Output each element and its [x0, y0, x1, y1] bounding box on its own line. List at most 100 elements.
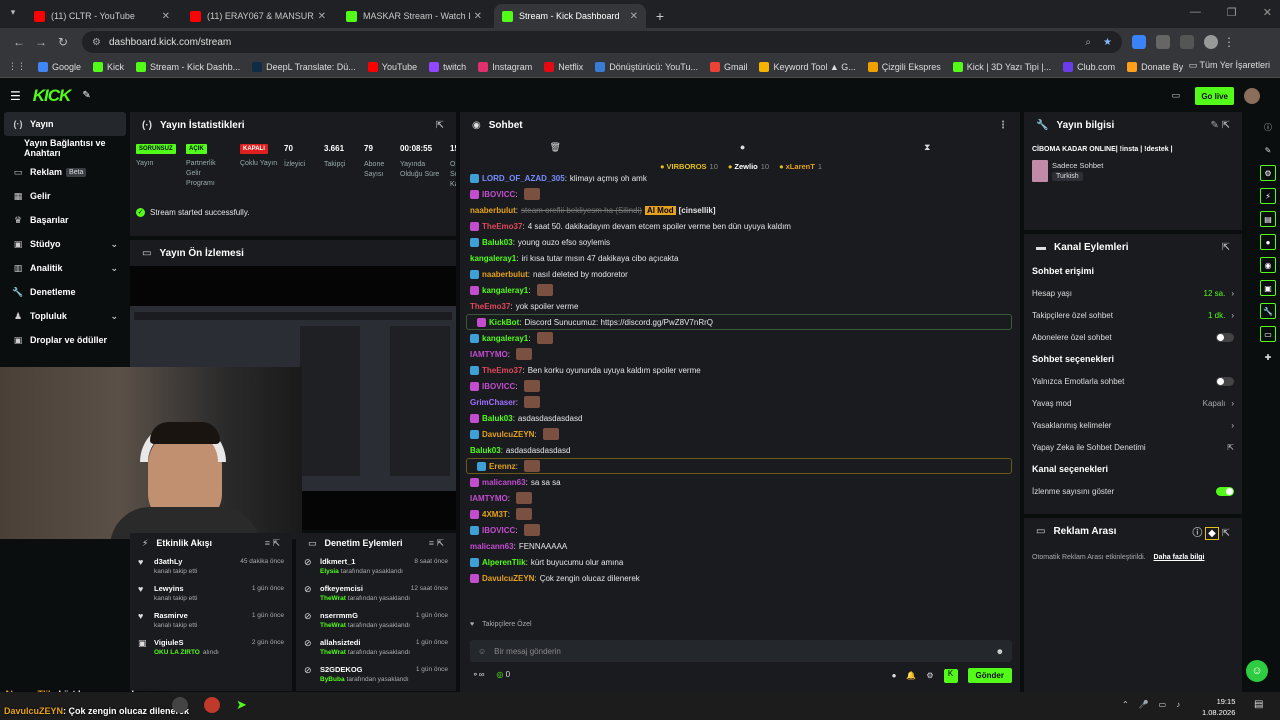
category-thumbnail[interactable] [1032, 160, 1048, 182]
chat-username[interactable]: Baluk03 [470, 446, 501, 455]
chat-username[interactable]: AlperenTlik [482, 558, 526, 567]
ad-icon[interactable]: ▣ [1260, 280, 1276, 296]
chat-message[interactable]: malicann63: sa sa sa [460, 474, 1018, 490]
ad-break-link[interactable]: Daha fazla bilgi [1154, 554, 1205, 561]
zoom-icon[interactable]: ⌕ [1085, 37, 1091, 48]
activity-item[interactable]: ▣ VigiuleS OKU LA ZIRTO alındı 2 gün önce [130, 634, 292, 661]
new-tab-icon[interactable]: + [650, 6, 670, 26]
sidebar-item[interactable]: ▣ Droplar ve ödüller [4, 328, 126, 352]
toggle-switch[interactable] [1216, 376, 1234, 386]
modlog-item[interactable]: ⊘ ldkmert_1 Elysia tarafından yasaklandı 8 s… [296, 553, 456, 580]
activity-item[interactable]: ♥ d3athLy kanalı takip etti 45 dakika önce [130, 553, 292, 580]
chat-message[interactable]: IBOVICC: [460, 378, 1018, 394]
modlog-item[interactable]: ⊘ S2GDEKOG ByBuba tarafından yasaklandı 1 gü… [296, 661, 456, 688]
chat-message[interactable]: IAMTYMO: [460, 346, 1018, 362]
bookmark-item[interactable]: Kick [93, 61, 124, 72]
bookmark-star-icon[interactable]: ★ [1103, 37, 1112, 48]
chat-message[interactable]: TheEmo37: Ben korku oyununda uyuya kaldım… [460, 362, 1018, 378]
chat-username[interactable]: IBOVICC [482, 190, 515, 199]
info-icon[interactable]: ⓘ ◆ ⇱ [1192, 524, 1230, 540]
sidebar-item[interactable]: ▥ Analitik ⌄ [4, 256, 126, 280]
modlog-item[interactable]: ⊘ ofkeyemcisi TheWrat tarafından yasaklandı… [296, 580, 456, 607]
chat-username[interactable]: DavulcuZEYN [482, 574, 534, 583]
hourglass-icon[interactable]: ⧗ [924, 142, 930, 156]
channel-setting-row[interactable]: Abonelere özel sohbet [1024, 326, 1242, 348]
pin-icon[interactable]: ✎ [82, 90, 90, 101]
avatar[interactable] [1244, 88, 1260, 104]
channel-setting-row[interactable]: İzlenme sayısını göster [1024, 480, 1242, 502]
kick-bot-icon[interactable]: K [943, 668, 958, 683]
bookmark-item[interactable]: DeepL Translate: Dü... [252, 61, 356, 72]
toggle-switch[interactable] [1216, 486, 1234, 496]
chat-username[interactable]: 4XM3T [482, 510, 508, 519]
chat-username[interactable]: IBOVICC [482, 382, 515, 391]
chat-username[interactable]: Erennz [489, 462, 516, 471]
address-bar[interactable]: ⚙ dashboard.kick.com/stream ⌕ ★ [82, 31, 1122, 53]
taskbar-chrome-icon[interactable] [172, 697, 188, 713]
chat-username[interactable]: Baluk03 [482, 238, 513, 247]
bubble-icon[interactable]: ● [892, 671, 897, 680]
go-live-button[interactable]: Go live [1195, 87, 1234, 105]
floating-action-icon[interactable]: ☺ [1246, 660, 1268, 682]
bookmark-item[interactable]: Stream - Kick Dashb... [136, 61, 240, 72]
volume-icon[interactable]: ♪ [1176, 700, 1180, 709]
sidebar-item[interactable]: 🔧 Denetleme [4, 280, 126, 304]
cast-icon[interactable]: ▭ [1171, 90, 1180, 101]
toggle-switch[interactable] [1216, 332, 1234, 342]
kick-logo[interactable]: KICK [33, 86, 72, 106]
chat-message[interactable]: naaberbulut: nasıl deleted by modoretor [460, 266, 1018, 282]
chat-username[interactable]: kangaleray1 [482, 334, 528, 343]
sidebar-item[interactable]: Yayın Bağlantısı ve Anahtarı [4, 136, 126, 160]
chat-message[interactable]: DavulcuZEYN: Çok zengin olucaz dilenerek [460, 570, 1018, 586]
tab-close-icon[interactable]: ✕ [474, 11, 482, 22]
bookmark-item[interactable]: YouTube [367, 61, 417, 72]
chat-message[interactable]: Baluk03: young ouzo efso soylemis [460, 234, 1018, 250]
chat-username[interactable]: IAMTYMO [470, 494, 508, 503]
chat-message[interactable]: LORD_OF_AZAD_305: klimayı açmış oh amk [460, 170, 1018, 186]
chat-message[interactable]: IBOVICC: [460, 522, 1018, 538]
chat-menu-icon[interactable]: ⋮ [998, 120, 1008, 131]
maximize-icon[interactable]: ❐ [1227, 6, 1237, 19]
clock[interactable]: 19:15 1.08.2026 [1202, 696, 1235, 718]
chat-message[interactable]: Erennz: [466, 458, 1012, 474]
chat-icon[interactable]: ● [1260, 234, 1276, 250]
chat-message[interactable]: KickBot: Discord Sunucumuz: https://disco… [466, 314, 1012, 330]
popout-icon[interactable]: ⇱ [436, 120, 444, 131]
send-button[interactable]: Gönder [967, 668, 1012, 683]
mic-icon[interactable]: 🎤 [1139, 700, 1149, 709]
sidebar-item[interactable]: ▦ Gelir [4, 184, 126, 208]
bookmark-item[interactable]: Club.com [1063, 61, 1115, 72]
chat-username[interactable]: kangaleray1 [470, 254, 516, 263]
chat-username[interactable]: naaberbulut [482, 270, 528, 279]
rail-tool-icon[interactable]: ⚙ [1260, 165, 1276, 181]
chat-message[interactable]: kangaleray1: [460, 330, 1018, 346]
chat-username[interactable]: KickBot [489, 318, 519, 327]
channel-setting-row[interactable]: Hesap yaşı 12 sa. › [1024, 282, 1242, 304]
chat-username[interactable]: Baluk03 [482, 414, 513, 423]
chat-message[interactable]: kangaleray1: [460, 282, 1018, 298]
chat-message[interactable]: GrimChaser: [460, 394, 1018, 410]
chat-message[interactable]: kangaleray1: iri kısa tutar mısın 47 daki… [460, 250, 1018, 266]
bell-icon[interactable]: 🔔 [906, 671, 916, 680]
sidebar-item[interactable]: ♛ Başarılar [4, 208, 126, 232]
settings-gear-icon[interactable]: ⚙ [926, 671, 933, 680]
chat-username[interactable]: TheEmo37 [470, 302, 510, 311]
sidebar-item[interactable]: ▭ Reklam Beta [4, 160, 126, 184]
chat-username[interactable]: malicann63 [482, 478, 526, 487]
back-icon[interactable]: ← [8, 35, 30, 49]
sidebar-item[interactable]: ▣ Stüdyo ⌄ [4, 232, 126, 256]
chat-message[interactable]: naaberbulut: steam oreflii bekliyesm ha (… [460, 202, 1018, 218]
chat-username[interactable]: malicann63 [470, 542, 514, 551]
tab-search-icon[interactable]: ▾ [6, 7, 20, 21]
activity-item[interactable]: ♥ Rasmirve kanalı takip etti 1 gün önce [130, 607, 292, 634]
browser-tab[interactable]: (11) CLTR - YouTube ✕ [26, 4, 178, 28]
chat-message[interactable]: DavulcuZEYN: [460, 426, 1018, 442]
bookmark-item[interactable]: Netflix [544, 61, 583, 72]
pen-icon[interactable]: ✎ [1260, 142, 1276, 158]
chat-username[interactable]: TheEmo37 [482, 366, 522, 375]
media-icon[interactable] [1180, 35, 1194, 49]
minimize-icon[interactable]: — [1190, 6, 1201, 19]
bookmark-item[interactable]: Google [38, 61, 81, 72]
bookmark-item[interactable]: Çizgili Ekspres [867, 61, 941, 72]
bookmark-item[interactable]: Kick | 3D Yazı Tipi |... [952, 61, 1051, 72]
